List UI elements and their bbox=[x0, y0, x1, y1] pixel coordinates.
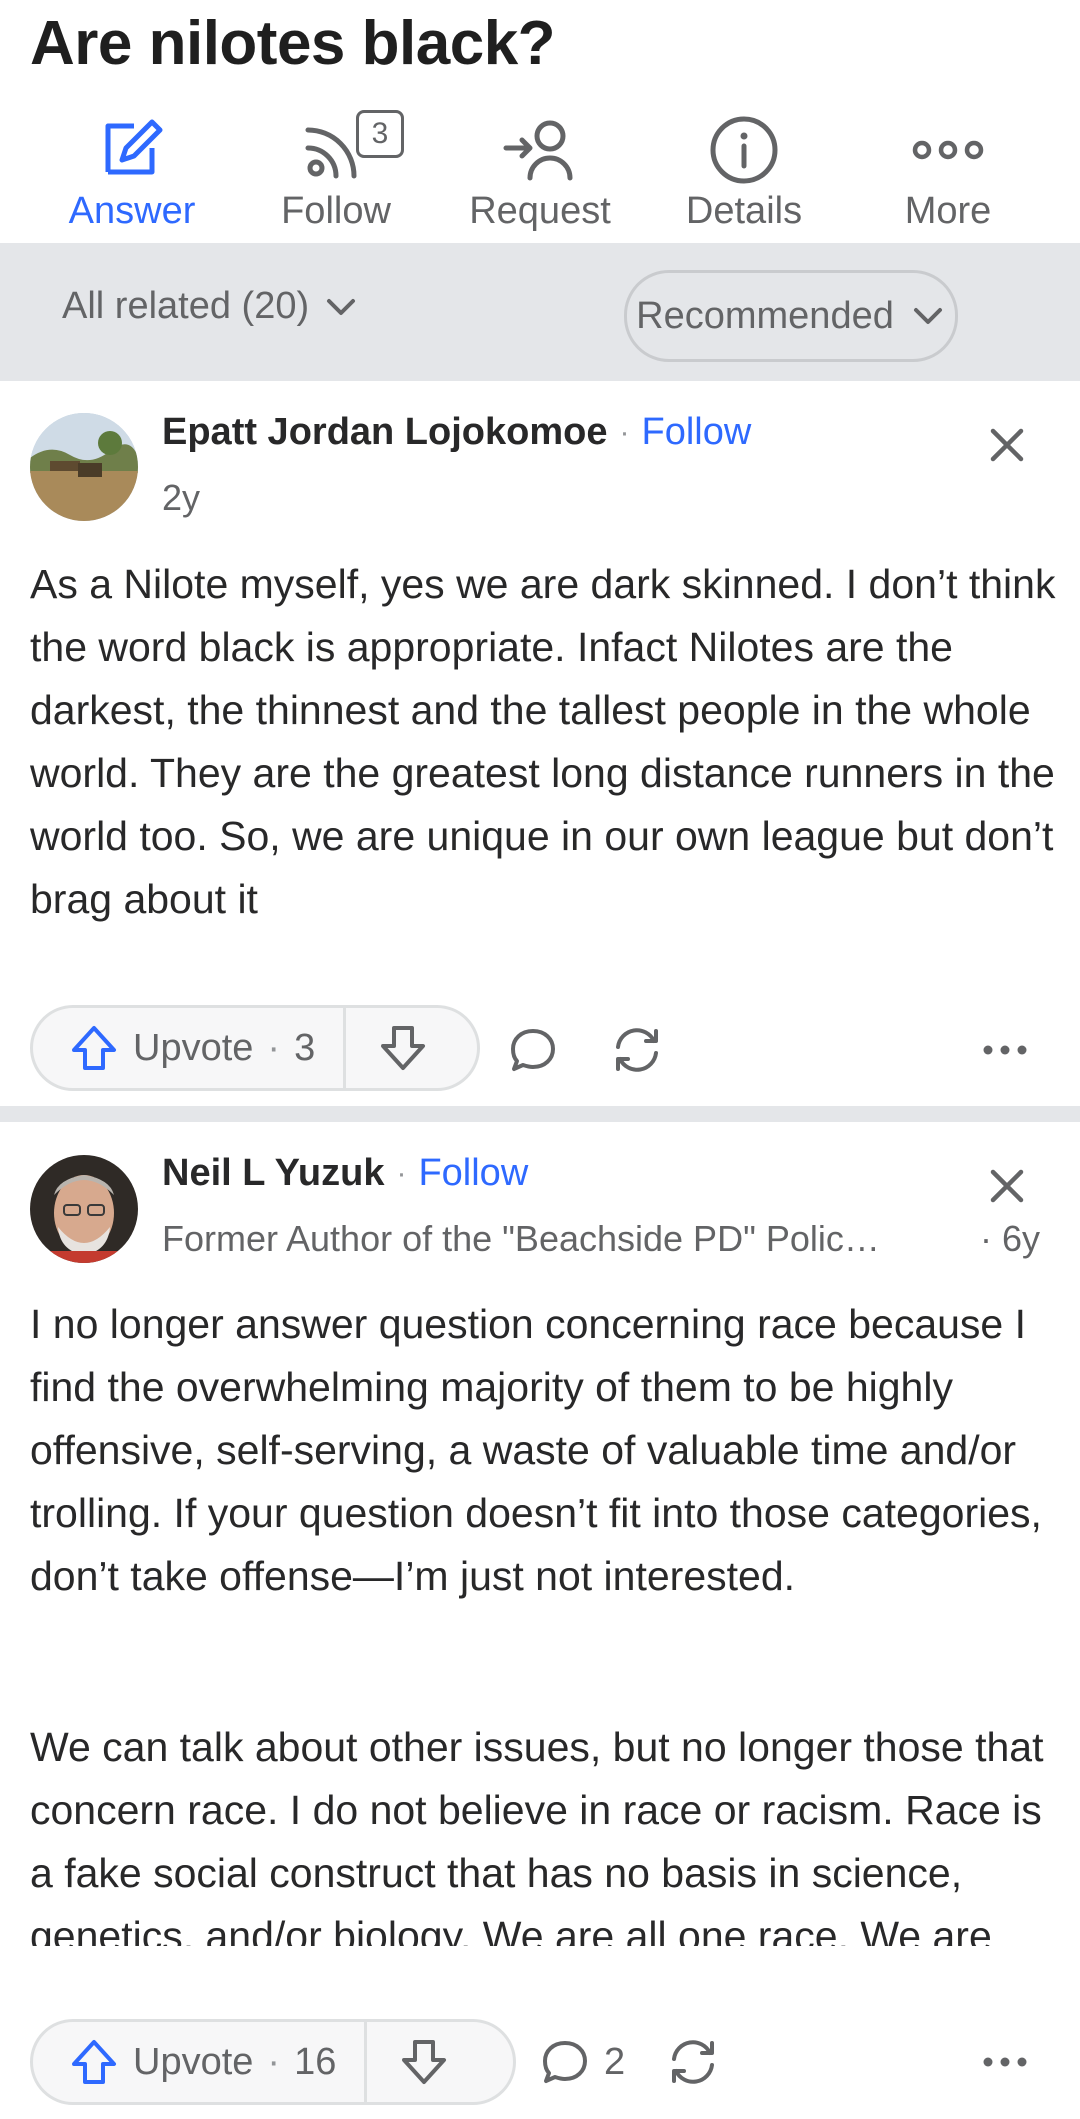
rss-follow-icon: 3 bbox=[296, 108, 404, 188]
chevron-down-icon bbox=[327, 298, 356, 315]
author-credential: Former Author of the "Beachside PD" Poli… bbox=[162, 1218, 880, 1259]
vote-pill: Upvote · 16 bbox=[30, 2019, 516, 2105]
downvote-arrow-icon bbox=[380, 1026, 425, 1070]
author-line: Neil L Yuzuk · Follow bbox=[162, 1152, 528, 1195]
vote-pill: Upvote · 3 bbox=[30, 1005, 480, 1091]
follow-label: Follow bbox=[281, 190, 391, 232]
more-dots-icon bbox=[983, 1045, 1027, 1055]
answer-time: · 6y bbox=[980, 1218, 1041, 1259]
share-button[interactable] bbox=[666, 2037, 720, 2087]
all-related-dropdown[interactable]: All related (20) bbox=[62, 285, 359, 328]
more-dots-icon bbox=[983, 2057, 1027, 2067]
follow-question-button[interactable]: 3 Follow bbox=[236, 100, 436, 240]
upvote-label: Upvote bbox=[133, 2040, 254, 2083]
sort-label: Recommended bbox=[636, 294, 894, 337]
separator-dot: · bbox=[396, 1156, 407, 1190]
comment-count: 2 bbox=[604, 2040, 626, 2083]
question-action-bar: Answer 3 Follow Request Details More bbox=[0, 100, 1080, 240]
more-button[interactable]: More bbox=[848, 100, 1048, 240]
avatar[interactable] bbox=[30, 1155, 138, 1263]
content-fade bbox=[0, 1945, 1080, 2005]
upvote-button[interactable]: Upvote · 3 bbox=[33, 1008, 343, 1088]
answer-paragraph: We can talk about other issues, but no l… bbox=[30, 1724, 1044, 1946]
reshare-icon bbox=[672, 2040, 714, 2084]
comment-bubble-icon bbox=[511, 1029, 555, 1071]
upvote-label: Upvote bbox=[133, 1026, 254, 1069]
answer-action-bar: Upvote · 16 2 bbox=[0, 2003, 1080, 2119]
upvote-count: 3 bbox=[294, 1026, 316, 1069]
author-name[interactable]: Neil L Yuzuk bbox=[162, 1152, 384, 1195]
details-button[interactable]: Details bbox=[644, 100, 844, 240]
follow-author-button[interactable]: Follow bbox=[641, 411, 751, 454]
answer-divider bbox=[0, 1106, 1080, 1122]
upvote-count: 16 bbox=[294, 2040, 337, 2083]
pencil-edit-icon bbox=[92, 108, 172, 188]
share-button[interactable] bbox=[610, 1025, 664, 1075]
close-icon[interactable] bbox=[985, 1164, 1029, 1208]
upvote-button[interactable]: Upvote · 16 bbox=[33, 2022, 364, 2102]
request-button[interactable]: Request bbox=[440, 100, 640, 240]
follow-count-badge: 3 bbox=[356, 110, 404, 158]
answer-button[interactable]: Answer bbox=[32, 100, 232, 240]
more-label: More bbox=[904, 190, 992, 232]
more-options-button[interactable] bbox=[980, 2037, 1030, 2087]
answers-filter-bar: All related (20) Recommended bbox=[0, 243, 1080, 381]
answer-text: As a Nilote myself, yes we are dark skin… bbox=[30, 561, 1056, 922]
details-label: Details bbox=[685, 190, 803, 232]
comment-button[interactable] bbox=[508, 1025, 558, 1075]
upvote-arrow-icon bbox=[72, 2040, 116, 2084]
avatar[interactable] bbox=[30, 413, 138, 521]
author-name[interactable]: Epatt Jordan Lojokomoe bbox=[162, 411, 607, 454]
separator-dot: · bbox=[619, 415, 630, 449]
reshare-icon bbox=[616, 1028, 658, 1072]
request-label: Request bbox=[469, 190, 611, 232]
downvote-arrow-icon bbox=[401, 2040, 446, 2084]
downvote-button[interactable] bbox=[346, 1008, 459, 1088]
answer-time: 2y bbox=[162, 477, 201, 518]
request-person-icon bbox=[500, 108, 580, 188]
separator-dot: · bbox=[267, 1026, 281, 1069]
comment-button[interactable]: 2 bbox=[540, 2037, 625, 2087]
separator-dot: · bbox=[267, 2040, 281, 2083]
answer-card: Neil L Yuzuk · Follow Former Author of t… bbox=[0, 1122, 1080, 2022]
all-related-label: All related (20) bbox=[62, 285, 310, 327]
answer-card: Epatt Jordan Lojokomoe · Follow 2y As a … bbox=[0, 381, 1080, 1105]
answer-label: Answer bbox=[68, 190, 196, 232]
comment-bubble-icon bbox=[543, 2041, 587, 2083]
info-icon bbox=[704, 108, 784, 188]
more-options-button[interactable] bbox=[980, 1025, 1030, 1075]
question-title: Are nilotes black? bbox=[30, 9, 556, 78]
chevron-down-icon bbox=[913, 308, 942, 324]
author-line: Epatt Jordan Lojokomoe · Follow bbox=[162, 411, 751, 454]
more-dots-icon bbox=[908, 108, 988, 188]
answer-paragraph: I no longer answer question concerning r… bbox=[30, 1301, 1042, 1599]
upvote-arrow-icon bbox=[72, 1026, 116, 1070]
close-icon[interactable] bbox=[985, 423, 1029, 467]
downvote-button[interactable] bbox=[367, 2022, 480, 2102]
sort-dropdown[interactable]: Recommended bbox=[624, 270, 958, 362]
follow-author-button[interactable]: Follow bbox=[418, 1152, 528, 1195]
